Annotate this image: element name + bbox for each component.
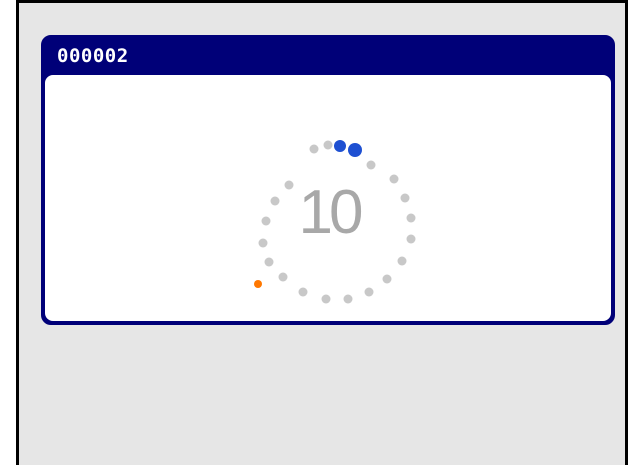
spinner-dot: [321, 294, 331, 304]
window-frame: 000002 10: [16, 0, 628, 465]
spinner-dot: [406, 213, 416, 223]
spinner-marker-dot: [254, 280, 262, 288]
spinner-dot: [323, 140, 333, 150]
spinner-dot: [364, 287, 374, 297]
spinner-dot: [261, 216, 271, 226]
countdown-number: 10: [299, 178, 362, 247]
spinner-dot: [397, 256, 407, 266]
spinner-dot: [309, 144, 319, 154]
countdown-spinner: 10: [254, 140, 416, 304]
spinner-active-dot: [334, 140, 346, 152]
spinner-dot: [298, 287, 308, 297]
spinner-dot: [382, 274, 392, 284]
panel-body: 10: [45, 75, 611, 321]
spinner-dot: [389, 174, 399, 184]
spinner-dot: [343, 294, 353, 304]
spinner-dot: [366, 160, 376, 170]
spinner-dot: [264, 257, 274, 267]
spinner-dot: [400, 193, 410, 203]
spinner-dot: [270, 196, 280, 206]
countdown-panel: 000002 10: [41, 35, 615, 325]
screen: 000002 10: [0, 0, 633, 465]
spinner-dot: [406, 234, 416, 244]
spinner-dot: [258, 238, 268, 248]
spinner-dot: [284, 180, 294, 190]
spinner-dot: [278, 272, 288, 282]
spinner-active-dot: [348, 143, 362, 157]
panel-title: 000002: [57, 45, 129, 67]
